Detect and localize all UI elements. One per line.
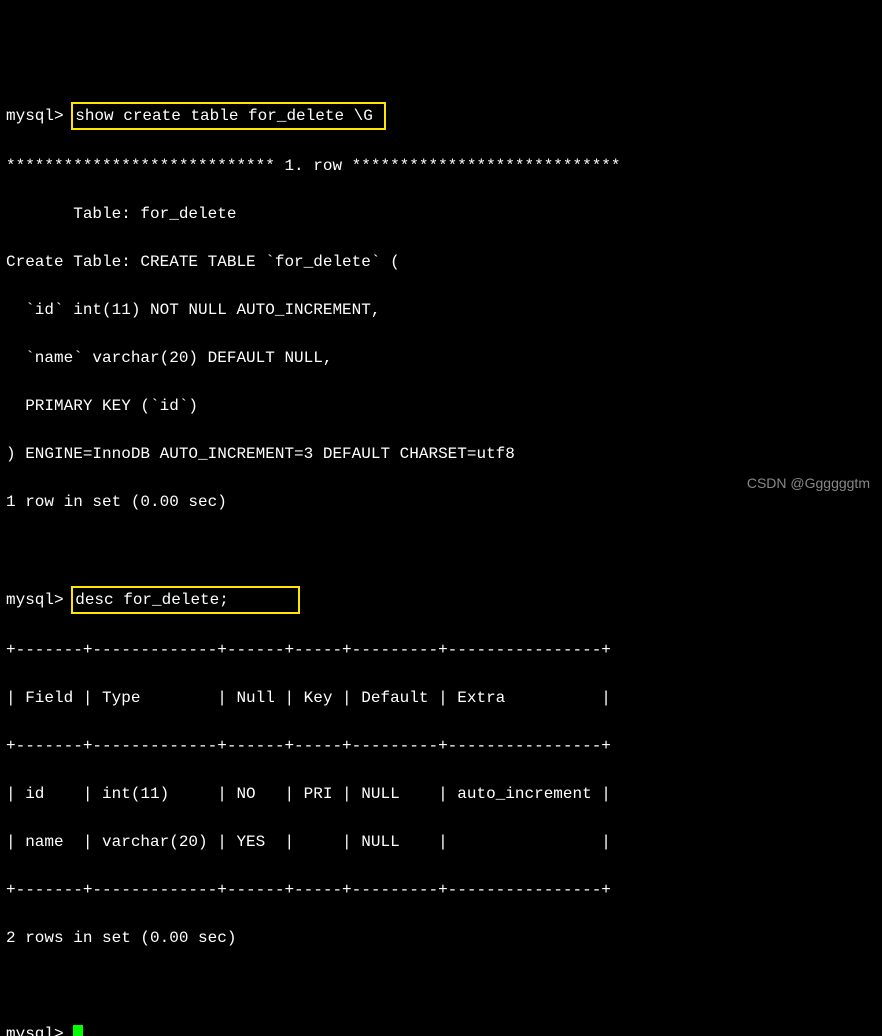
cmd-line-1[interactable]: mysql> show create table for_delete \G (6, 102, 876, 130)
table-border-mid: +-------+-------------+------+-----+----… (6, 734, 876, 758)
cursor-icon (73, 1025, 83, 1036)
highlighted-command-2: desc for_delete; (71, 586, 300, 614)
prompt: mysql> (6, 591, 73, 609)
table-border-bottom: +-------+-------------+------+-----+----… (6, 878, 876, 902)
create-table-line-3: `name` varchar(20) DEFAULT NULL, (6, 346, 876, 370)
table-row: | id | int(11) | NO | PRI | NULL | auto_… (6, 782, 876, 806)
row-separator: **************************** 1. row ****… (6, 154, 876, 178)
table-header-row: | Field | Type | Null | Key | Default | … (6, 686, 876, 710)
cmd-line-2[interactable]: mysql> desc for_delete; (6, 586, 876, 614)
table-name-line: Table: for_delete (6, 202, 876, 226)
cmd-line-3[interactable]: mysql> (6, 1022, 876, 1036)
prompt: mysql> (6, 1025, 73, 1036)
blank-line (6, 974, 876, 998)
highlighted-command-1: show create table for_delete \G (71, 102, 386, 130)
blank-line (6, 538, 876, 562)
create-table-line-1: Create Table: CREATE TABLE `for_delete` … (6, 250, 876, 274)
result-line-1: 1 row in set (0.00 sec) (6, 490, 876, 514)
create-table-line-4: PRIMARY KEY (`id`) (6, 394, 876, 418)
prompt: mysql> (6, 107, 73, 125)
watermark-text: CSDN @Ggggggtm (747, 473, 870, 494)
table-row: | name | varchar(20) | YES | | NULL | | (6, 830, 876, 854)
table-border-top: +-------+-------------+------+-----+----… (6, 638, 876, 662)
create-table-line-5: ) ENGINE=InnoDB AUTO_INCREMENT=3 DEFAULT… (6, 442, 876, 466)
result-line-2: 2 rows in set (0.00 sec) (6, 926, 876, 950)
create-table-line-2: `id` int(11) NOT NULL AUTO_INCREMENT, (6, 298, 876, 322)
